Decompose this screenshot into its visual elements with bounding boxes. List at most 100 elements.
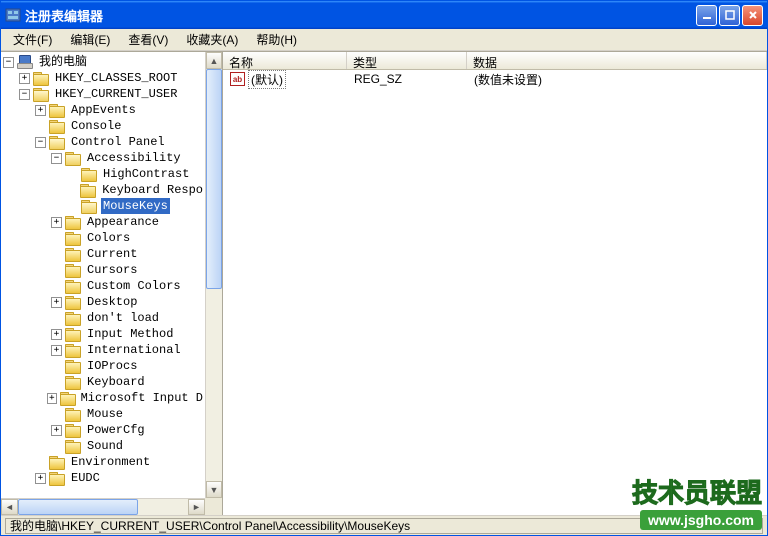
folder-icon	[80, 184, 96, 197]
folder-icon	[65, 296, 81, 309]
tree-powercfg[interactable]: +PowerCfg	[3, 422, 205, 438]
folder-open-icon	[49, 136, 65, 149]
tree-environment[interactable]: Environment	[3, 454, 205, 470]
tree-appevents[interactable]: +AppEvents	[3, 102, 205, 118]
folder-icon	[65, 328, 81, 341]
expand-icon[interactable]: +	[51, 297, 62, 308]
status-path: 我的电脑\HKEY_CURRENT_USER\Control Panel\Acc…	[5, 518, 763, 534]
column-data[interactable]: 数据	[467, 52, 767, 69]
menu-edit[interactable]: 编辑(E)	[62, 29, 118, 50]
tree-colors[interactable]: Colors	[3, 230, 205, 246]
tree-keyboard[interactable]: Keyboard	[3, 374, 205, 390]
maximize-button[interactable]	[719, 5, 740, 26]
expand-icon[interactable]: +	[35, 473, 46, 484]
tree-dontload[interactable]: don't load	[3, 310, 205, 326]
folder-open-icon	[65, 152, 81, 165]
column-name[interactable]: 名称	[223, 52, 347, 69]
tree-current[interactable]: Current	[3, 246, 205, 262]
folder-icon	[65, 248, 81, 261]
content-area: −我的电脑 +HKEY_CLASSES_ROOT −HKEY_CURRENT_U…	[1, 51, 767, 515]
menu-file[interactable]: 文件(F)	[5, 29, 60, 50]
tree-root[interactable]: −我的电脑	[3, 54, 205, 70]
tree-international[interactable]: +International	[3, 342, 205, 358]
minimize-button[interactable]	[696, 5, 717, 26]
collapse-icon[interactable]: −	[19, 89, 30, 100]
scroll-down-icon[interactable]: ▼	[206, 481, 222, 498]
menu-view[interactable]: 查看(V)	[120, 29, 176, 50]
tree-highcontrast[interactable]: HighContrast	[3, 166, 205, 182]
folder-icon	[65, 280, 81, 293]
expand-icon[interactable]: +	[51, 345, 62, 356]
app-icon	[5, 7, 21, 23]
statusbar: 我的电脑\HKEY_CURRENT_USER\Control Panel\Acc…	[1, 515, 767, 535]
folder-icon	[65, 344, 81, 357]
expand-icon[interactable]: +	[19, 73, 30, 84]
tree-cursors[interactable]: Cursors	[3, 262, 205, 278]
scroll-left-icon[interactable]: ◄	[1, 499, 18, 515]
regedit-window: 注册表编辑器 文件(F) 编辑(E) 查看(V) 收藏夹(A) 帮助(H) −我…	[0, 0, 768, 536]
registry-tree: −我的电脑 +HKEY_CLASSES_ROOT −HKEY_CURRENT_U…	[1, 52, 205, 488]
close-button[interactable]	[742, 5, 763, 26]
tree-pane: −我的电脑 +HKEY_CLASSES_ROOT −HKEY_CURRENT_U…	[1, 52, 223, 515]
value-type: REG_SZ	[348, 72, 468, 86]
folder-icon	[65, 440, 81, 453]
folder-open-icon	[33, 88, 49, 101]
collapse-icon[interactable]: −	[51, 153, 62, 164]
expand-icon[interactable]: +	[51, 329, 62, 340]
folder-icon	[65, 232, 81, 245]
scroll-up-icon[interactable]: ▲	[206, 52, 222, 69]
folder-icon	[60, 392, 75, 405]
expand-icon[interactable]: +	[35, 105, 46, 116]
tree-accessibility[interactable]: −Accessibility	[3, 150, 205, 166]
tree-ioprocs[interactable]: IOProcs	[3, 358, 205, 374]
folder-icon	[49, 472, 65, 485]
folder-icon	[49, 456, 65, 469]
folder-icon	[65, 376, 81, 389]
value-data: (数值未设置)	[468, 71, 766, 88]
window-buttons	[696, 5, 763, 26]
collapse-icon[interactable]: −	[3, 57, 14, 68]
tree-scroll[interactable]: −我的电脑 +HKEY_CLASSES_ROOT −HKEY_CURRENT_U…	[1, 52, 205, 498]
value-list-pane: 名称 类型 数据 ab(默认) REG_SZ (数值未设置)	[223, 52, 767, 515]
menu-help[interactable]: 帮助(H)	[248, 29, 305, 50]
titlebar[interactable]: 注册表编辑器	[1, 1, 767, 29]
scroll-right-icon[interactable]: ►	[188, 499, 205, 515]
computer-icon	[17, 55, 33, 69]
expand-icon[interactable]: +	[47, 393, 57, 404]
folder-icon	[33, 72, 49, 85]
tree-customcolors[interactable]: Custom Colors	[3, 278, 205, 294]
folder-icon	[65, 360, 81, 373]
scroll-thumb[interactable]	[18, 499, 138, 515]
tree-keyboardresponse[interactable]: Keyboard Respo	[3, 182, 205, 198]
tree-desktop[interactable]: +Desktop	[3, 294, 205, 310]
tree-mousekeys[interactable]: MouseKeys	[3, 198, 205, 214]
folder-open-icon	[81, 200, 97, 213]
list-header: 名称 类型 数据	[223, 52, 767, 70]
list-body[interactable]: ab(默认) REG_SZ (数值未设置)	[223, 70, 767, 515]
tree-hkcu[interactable]: −HKEY_CURRENT_USER	[3, 86, 205, 102]
scroll-thumb[interactable]	[206, 69, 222, 289]
folder-icon	[65, 312, 81, 325]
folder-icon	[65, 216, 81, 229]
tree-console[interactable]: Console	[3, 118, 205, 134]
tree-eudc[interactable]: +EUDC	[3, 470, 205, 486]
list-row[interactable]: ab(默认) REG_SZ (数值未设置)	[224, 71, 766, 87]
tree-mouse[interactable]: Mouse	[3, 406, 205, 422]
menu-favorites[interactable]: 收藏夹(A)	[178, 29, 246, 50]
column-type[interactable]: 类型	[347, 52, 467, 69]
vertical-scrollbar[interactable]: ▲ ▼	[205, 52, 222, 498]
tree-msinput[interactable]: +Microsoft Input D	[3, 390, 205, 406]
tree-inputmethod[interactable]: +Input Method	[3, 326, 205, 342]
scroll-corner	[205, 498, 222, 515]
tree-controlpanel[interactable]: −Control Panel	[3, 134, 205, 150]
collapse-icon[interactable]: −	[35, 137, 46, 148]
tree-hkcr[interactable]: +HKEY_CLASSES_ROOT	[3, 70, 205, 86]
folder-icon	[81, 168, 97, 181]
horizontal-scrollbar[interactable]: ◄ ►	[1, 498, 205, 515]
tree-sound[interactable]: Sound	[3, 438, 205, 454]
menubar: 文件(F) 编辑(E) 查看(V) 收藏夹(A) 帮助(H)	[1, 29, 767, 51]
expand-icon[interactable]: +	[51, 217, 62, 228]
tree-appearance[interactable]: +Appearance	[3, 214, 205, 230]
window-title: 注册表编辑器	[25, 6, 696, 25]
expand-icon[interactable]: +	[51, 425, 62, 436]
